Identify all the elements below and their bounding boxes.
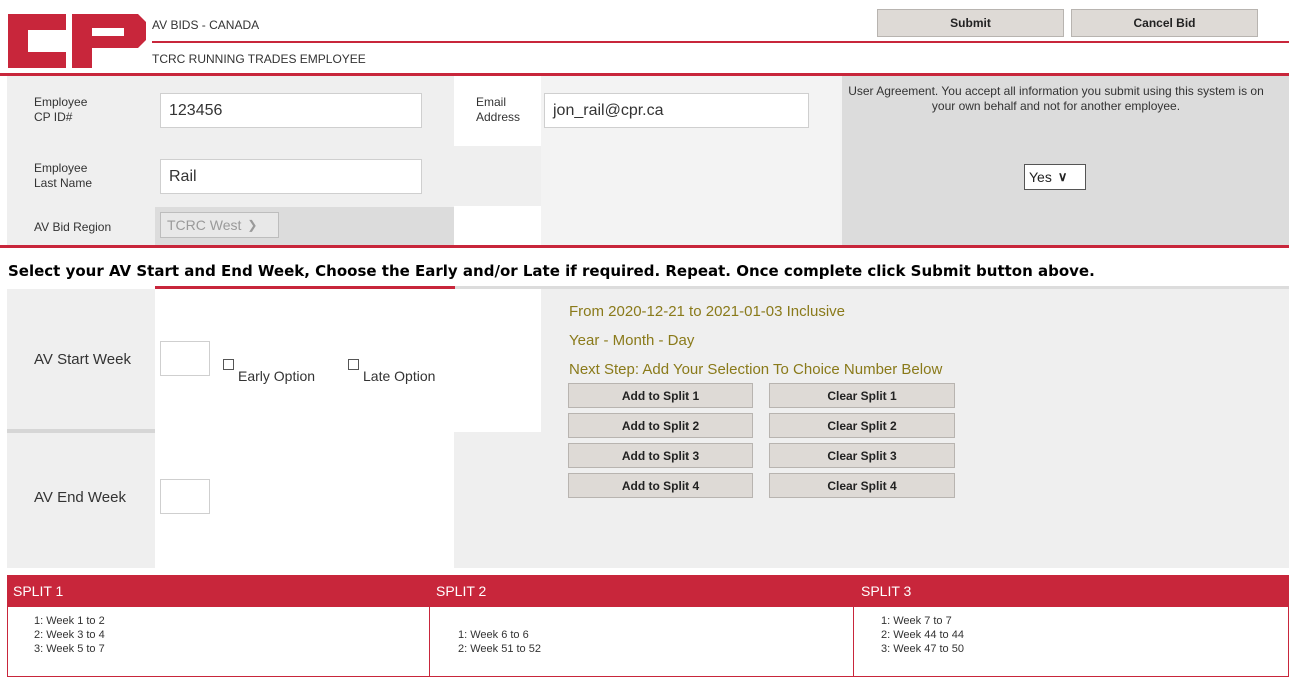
app-subtitle: TCRC RUNNING TRADES EMPLOYEE xyxy=(152,52,366,66)
late-option-checkbox[interactable] xyxy=(348,359,359,370)
chevron-down-icon: ∨ xyxy=(1057,169,1068,184)
clear-split-3-button[interactable]: Clear Split 3 xyxy=(769,443,955,468)
email-input[interactable]: jon_rail@cpr.ca xyxy=(544,93,809,128)
cp-logo xyxy=(6,8,148,70)
list-item: 2: Week 3 to 4 xyxy=(34,629,105,641)
split-1-title: SPLIT 1 xyxy=(13,583,64,599)
clear-split-1-button[interactable]: Clear Split 1 xyxy=(769,383,955,408)
list-item: 2: Week 44 to 44 xyxy=(881,629,964,641)
add-to-split-2-button[interactable]: Add to Split 2 xyxy=(568,413,753,438)
submit-button[interactable]: Submit xyxy=(877,9,1064,37)
split-2-title: SPLIT 2 xyxy=(436,583,487,599)
list-item: 1: Week 6 to 6 xyxy=(458,629,529,641)
instruction-text: Select your AV Start and End Week, Choos… xyxy=(8,262,1095,280)
list-item: 1: Week 7 to 7 xyxy=(881,615,952,627)
splits-body xyxy=(7,607,1289,677)
clear-split-2-button[interactable]: Clear Split 2 xyxy=(769,413,955,438)
split-1-list: 1: Week 1 to 2 2: Week 3 to 4 3: Week 5 … xyxy=(34,614,105,656)
split-col-divider-2 xyxy=(853,607,854,677)
list-item: 3: Week 5 to 7 xyxy=(34,643,105,655)
av-start-week-input[interactable] xyxy=(160,341,210,376)
splits-header-bar xyxy=(7,575,1289,607)
form-bottom-rule xyxy=(0,245,1289,248)
mid-gap-bg xyxy=(454,432,541,568)
employee-id-input[interactable]: 123456 xyxy=(160,93,422,128)
agreement-text: User Agreement. You accept all informati… xyxy=(848,84,1264,113)
email-gap-bg xyxy=(454,146,541,206)
chevron-down-icon: ❯ xyxy=(247,218,258,232)
cancel-bid-button[interactable]: Cancel Bid xyxy=(1071,9,1258,37)
email-label: Email Address xyxy=(476,95,521,124)
region-label: AV Bid Region xyxy=(34,220,112,234)
av-start-week-label: AV Start Week xyxy=(34,351,131,368)
split-col-divider-1 xyxy=(429,607,430,677)
last-name-input[interactable]: Rail xyxy=(160,159,422,194)
av-end-week-label: AV End Week xyxy=(34,489,126,506)
clear-split-4-button[interactable]: Clear Split 4 xyxy=(769,473,955,498)
split-2-list: 1: Week 6 to 6 2: Week 51 to 52 xyxy=(458,628,541,656)
employee-id-label: Employee CP ID# xyxy=(34,95,88,124)
early-option-label: Early Option xyxy=(238,368,316,384)
split-3-list: 1: Week 7 to 7 2: Week 44 to 44 3: Week … xyxy=(881,614,964,656)
agreement-select[interactable]: Yes ∨ xyxy=(1024,164,1086,190)
header-divider xyxy=(152,41,1289,43)
next-step-text: Next Step: Add Your Selection To Choice … xyxy=(569,361,943,378)
region-select[interactable]: TCRC West ❯ xyxy=(160,212,279,238)
split-3-title: SPLIT 3 xyxy=(861,583,912,599)
add-to-split-1-button[interactable]: Add to Split 1 xyxy=(568,383,753,408)
early-option-checkbox[interactable] xyxy=(223,359,234,370)
add-to-split-4-button[interactable]: Add to Split 4 xyxy=(568,473,753,498)
list-item: 2: Week 51 to 52 xyxy=(458,643,541,655)
add-to-split-3-button[interactable]: Add to Split 3 xyxy=(568,443,753,468)
list-item: 3: Week 47 to 50 xyxy=(881,643,964,655)
section-accent-rule xyxy=(155,286,455,289)
last-name-label: Employee Last Name xyxy=(34,161,93,190)
av-end-week-input[interactable] xyxy=(160,479,210,514)
list-item: 1: Week 1 to 2 xyxy=(34,615,105,627)
date-format-text: Year - Month - Day xyxy=(569,332,695,349)
late-option-label: Late Option xyxy=(363,368,436,384)
app-title: AV BIDS - CANADA xyxy=(152,18,260,32)
date-range-text: From 2020-12-21 to 2021-01-03 Inclusive xyxy=(569,303,845,320)
